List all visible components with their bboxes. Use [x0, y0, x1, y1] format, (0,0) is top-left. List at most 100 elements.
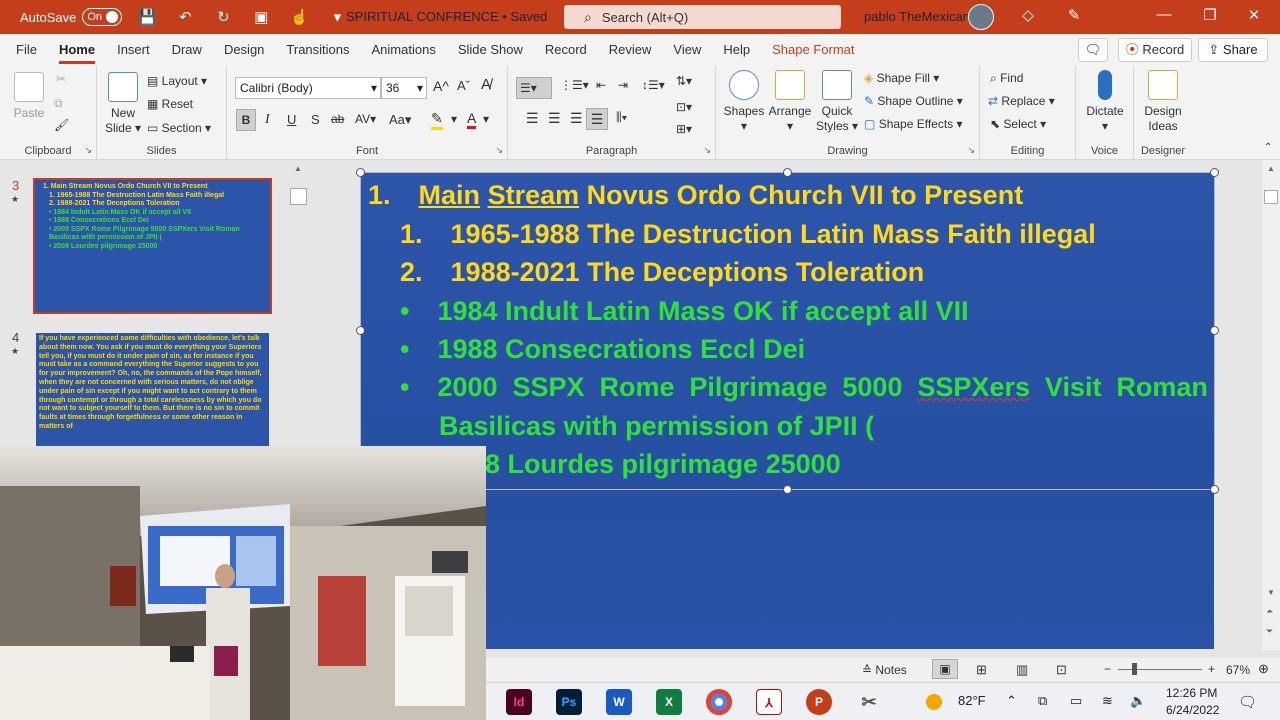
save-icon[interactable]: 💾 [134, 8, 160, 26]
scroll-up-icon[interactable]: ▲ [1267, 164, 1275, 173]
font-family-select[interactable]: Calibri (Body) ▾ [235, 77, 381, 99]
columns-icon[interactable]: ⫼▾ [616, 110, 627, 125]
scroll-up-icon[interactable]: ▲ [294, 164, 302, 173]
highlight-dropdown-icon[interactable]: ▾ [451, 112, 457, 126]
clock-time[interactable]: 12:26 PM [1166, 686, 1217, 700]
show-hidden-icons-icon[interactable]: ⌃ [1006, 693, 1017, 709]
increase-font-icon[interactable]: A^ [433, 78, 449, 94]
resize-handle[interactable] [1210, 326, 1219, 335]
clock-date[interactable]: 6/24/2022 [1166, 703, 1219, 717]
slide-show-icon[interactable]: ⊡ [1056, 662, 1067, 678]
share-button[interactable]: ⇪ Share [1198, 38, 1268, 62]
resize-handle[interactable] [1210, 168, 1219, 177]
collapse-ribbon-icon[interactable]: ⌃ [1264, 142, 1272, 153]
document-title[interactable]: SPIRITUAL CONFRENCE • Saved [346, 9, 547, 24]
autosave-toggle[interactable]: On [82, 8, 123, 26]
battery-icon[interactable]: ▭ [1070, 693, 1082, 709]
paste-button[interactable]: Paste [10, 72, 48, 121]
resize-handle[interactable] [1210, 485, 1219, 494]
text-direction-icon[interactable]: ⇅▾ [676, 74, 692, 88]
resize-handle[interactable] [356, 326, 365, 335]
user-name[interactable]: pablo TheMexican [864, 9, 970, 24]
tab-record[interactable]: Record [534, 34, 598, 66]
align-center-icon[interactable]: ☰ [548, 110, 561, 127]
align-left-icon[interactable]: ☰ [526, 110, 539, 127]
tab-transitions[interactable]: Transitions [275, 34, 360, 66]
format-painter-icon[interactable]: 🖌 [54, 118, 69, 132]
shadow-icon[interactable]: S [311, 112, 320, 127]
tab-view[interactable]: View [662, 34, 712, 66]
next-slide-icon[interactable]: ⏷ [1266, 626, 1273, 637]
fit-to-window-icon[interactable]: ⊕ [1258, 661, 1269, 677]
shape-outline-button[interactable]: ✎ Shape Outline ▾ [864, 94, 963, 108]
present-icon[interactable]: ▣ [248, 8, 274, 26]
char-spacing-icon[interactable]: AV▾ [355, 112, 376, 126]
quick-styles-button[interactable]: Quick Styles ▾ [814, 70, 860, 134]
shape-fill-button[interactable]: ◈ Shape Fill ▾ [864, 71, 939, 85]
design-ideas-button[interactable]: Design Ideas [1138, 70, 1188, 134]
align-text-icon[interactable]: ⊡▾ [676, 100, 692, 114]
new-slide-button[interactable]: New Slide ▾ [103, 72, 143, 136]
chrome-app-icon[interactable] [706, 689, 732, 715]
resize-handle[interactable] [783, 485, 792, 494]
layout-button[interactable]: ▤ Layout ▾ [147, 74, 207, 88]
paragraph-launcher-icon[interactable]: ↘ [703, 145, 711, 156]
section-button[interactable]: ▭ Section ▾ [147, 121, 211, 135]
align-right-icon[interactable]: ☰ [570, 110, 583, 127]
tab-slide-show[interactable]: Slide Show [447, 34, 534, 66]
tab-shape-format[interactable]: Shape Format [761, 34, 865, 66]
bold-icon[interactable]: B [236, 109, 256, 131]
slide-thumbnail-3[interactable]: 1. Main Stream Novus Ordo Church VII to … [33, 178, 272, 314]
redo-icon[interactable]: ↻ [210, 8, 236, 26]
tab-file[interactable]: File [5, 34, 48, 66]
close-icon[interactable]: ✕ [1242, 6, 1266, 24]
justify-icon[interactable]: ☰ [586, 108, 608, 130]
underline-icon[interactable]: U [287, 112, 296, 127]
smartart-icon[interactable]: ⊞▾ [676, 122, 692, 136]
pen-icon[interactable]: ✎ [1062, 6, 1086, 24]
wifi-icon[interactable]: ≋ [1102, 693, 1113, 709]
increase-indent-icon[interactable]: ⇥ [618, 78, 628, 92]
acrobat-app-icon[interactable]: ⅄ [756, 689, 782, 715]
change-case-icon[interactable]: Aa▾ [389, 112, 411, 128]
slide-thumbnail-4[interactable]: If you have experienced some difficultie… [36, 333, 269, 448]
replace-button[interactable]: ⇄ Replace ▾ [988, 94, 1055, 108]
weather-temp[interactable]: 82°F [958, 693, 986, 708]
minimize-icon[interactable]: — [1152, 6, 1176, 23]
reading-view-icon[interactable]: ▥ [1016, 662, 1028, 678]
select-button[interactable]: ⬉ Select ▾ [990, 117, 1046, 131]
thumbnails-scroll-thumb[interactable] [290, 188, 307, 205]
resize-handle[interactable] [783, 168, 792, 177]
avatar[interactable] [968, 4, 994, 30]
decrease-indent-icon[interactable]: ⇤ [596, 78, 606, 92]
notifications-icon[interactable]: 🗨 [1238, 693, 1257, 711]
shapes-button[interactable]: Shapes ▾ [722, 70, 766, 134]
undo-icon[interactable]: ↶ [172, 8, 198, 26]
record-button[interactable]: ⦿ Record [1118, 38, 1192, 62]
tab-animations[interactable]: Animations [361, 34, 447, 66]
tab-help[interactable]: Help [712, 34, 761, 66]
slide-scrollbar[interactable]: ▲ ▼ ⏶ ⏷ [1262, 160, 1280, 650]
bullets-icon[interactable]: ☰▾ [516, 77, 552, 99]
resize-handle[interactable] [356, 168, 365, 177]
copy-icon[interactable]: ⧉ [54, 96, 63, 111]
font-color-dropdown-icon[interactable]: ▾ [483, 112, 489, 126]
drawing-launcher-icon[interactable]: ↘ [967, 145, 975, 156]
find-button[interactable]: ⌕ Find [990, 71, 1023, 86]
touch-mode-icon[interactable]: ☝ [286, 8, 312, 26]
zoom-slider[interactable] [1118, 669, 1202, 670]
line-spacing-icon[interactable]: ↕☰▾ [642, 78, 665, 92]
weather-icon[interactable] [926, 694, 942, 710]
clipboard-launcher-icon[interactable]: ↘ [84, 145, 92, 156]
slide-sorter-icon[interactable]: ⊞ [976, 662, 987, 678]
notes-button[interactable]: ≙ Notes [862, 663, 907, 677]
comments-button[interactable]: 🗨 [1078, 38, 1108, 62]
zoom-slider-thumb[interactable] [1132, 663, 1137, 675]
highlight-icon[interactable]: ✎ [431, 110, 443, 130]
word-app-icon[interactable]: W [606, 689, 632, 715]
zoom-in-icon[interactable]: + [1208, 662, 1215, 676]
search-input[interactable]: ⌕ Search (Alt+Q) [564, 5, 841, 29]
previous-slide-icon[interactable]: ⏶ [1266, 606, 1273, 617]
premium-icon[interactable]: ◇ [1016, 6, 1040, 24]
indesign-app-icon[interactable]: Id [506, 689, 532, 715]
